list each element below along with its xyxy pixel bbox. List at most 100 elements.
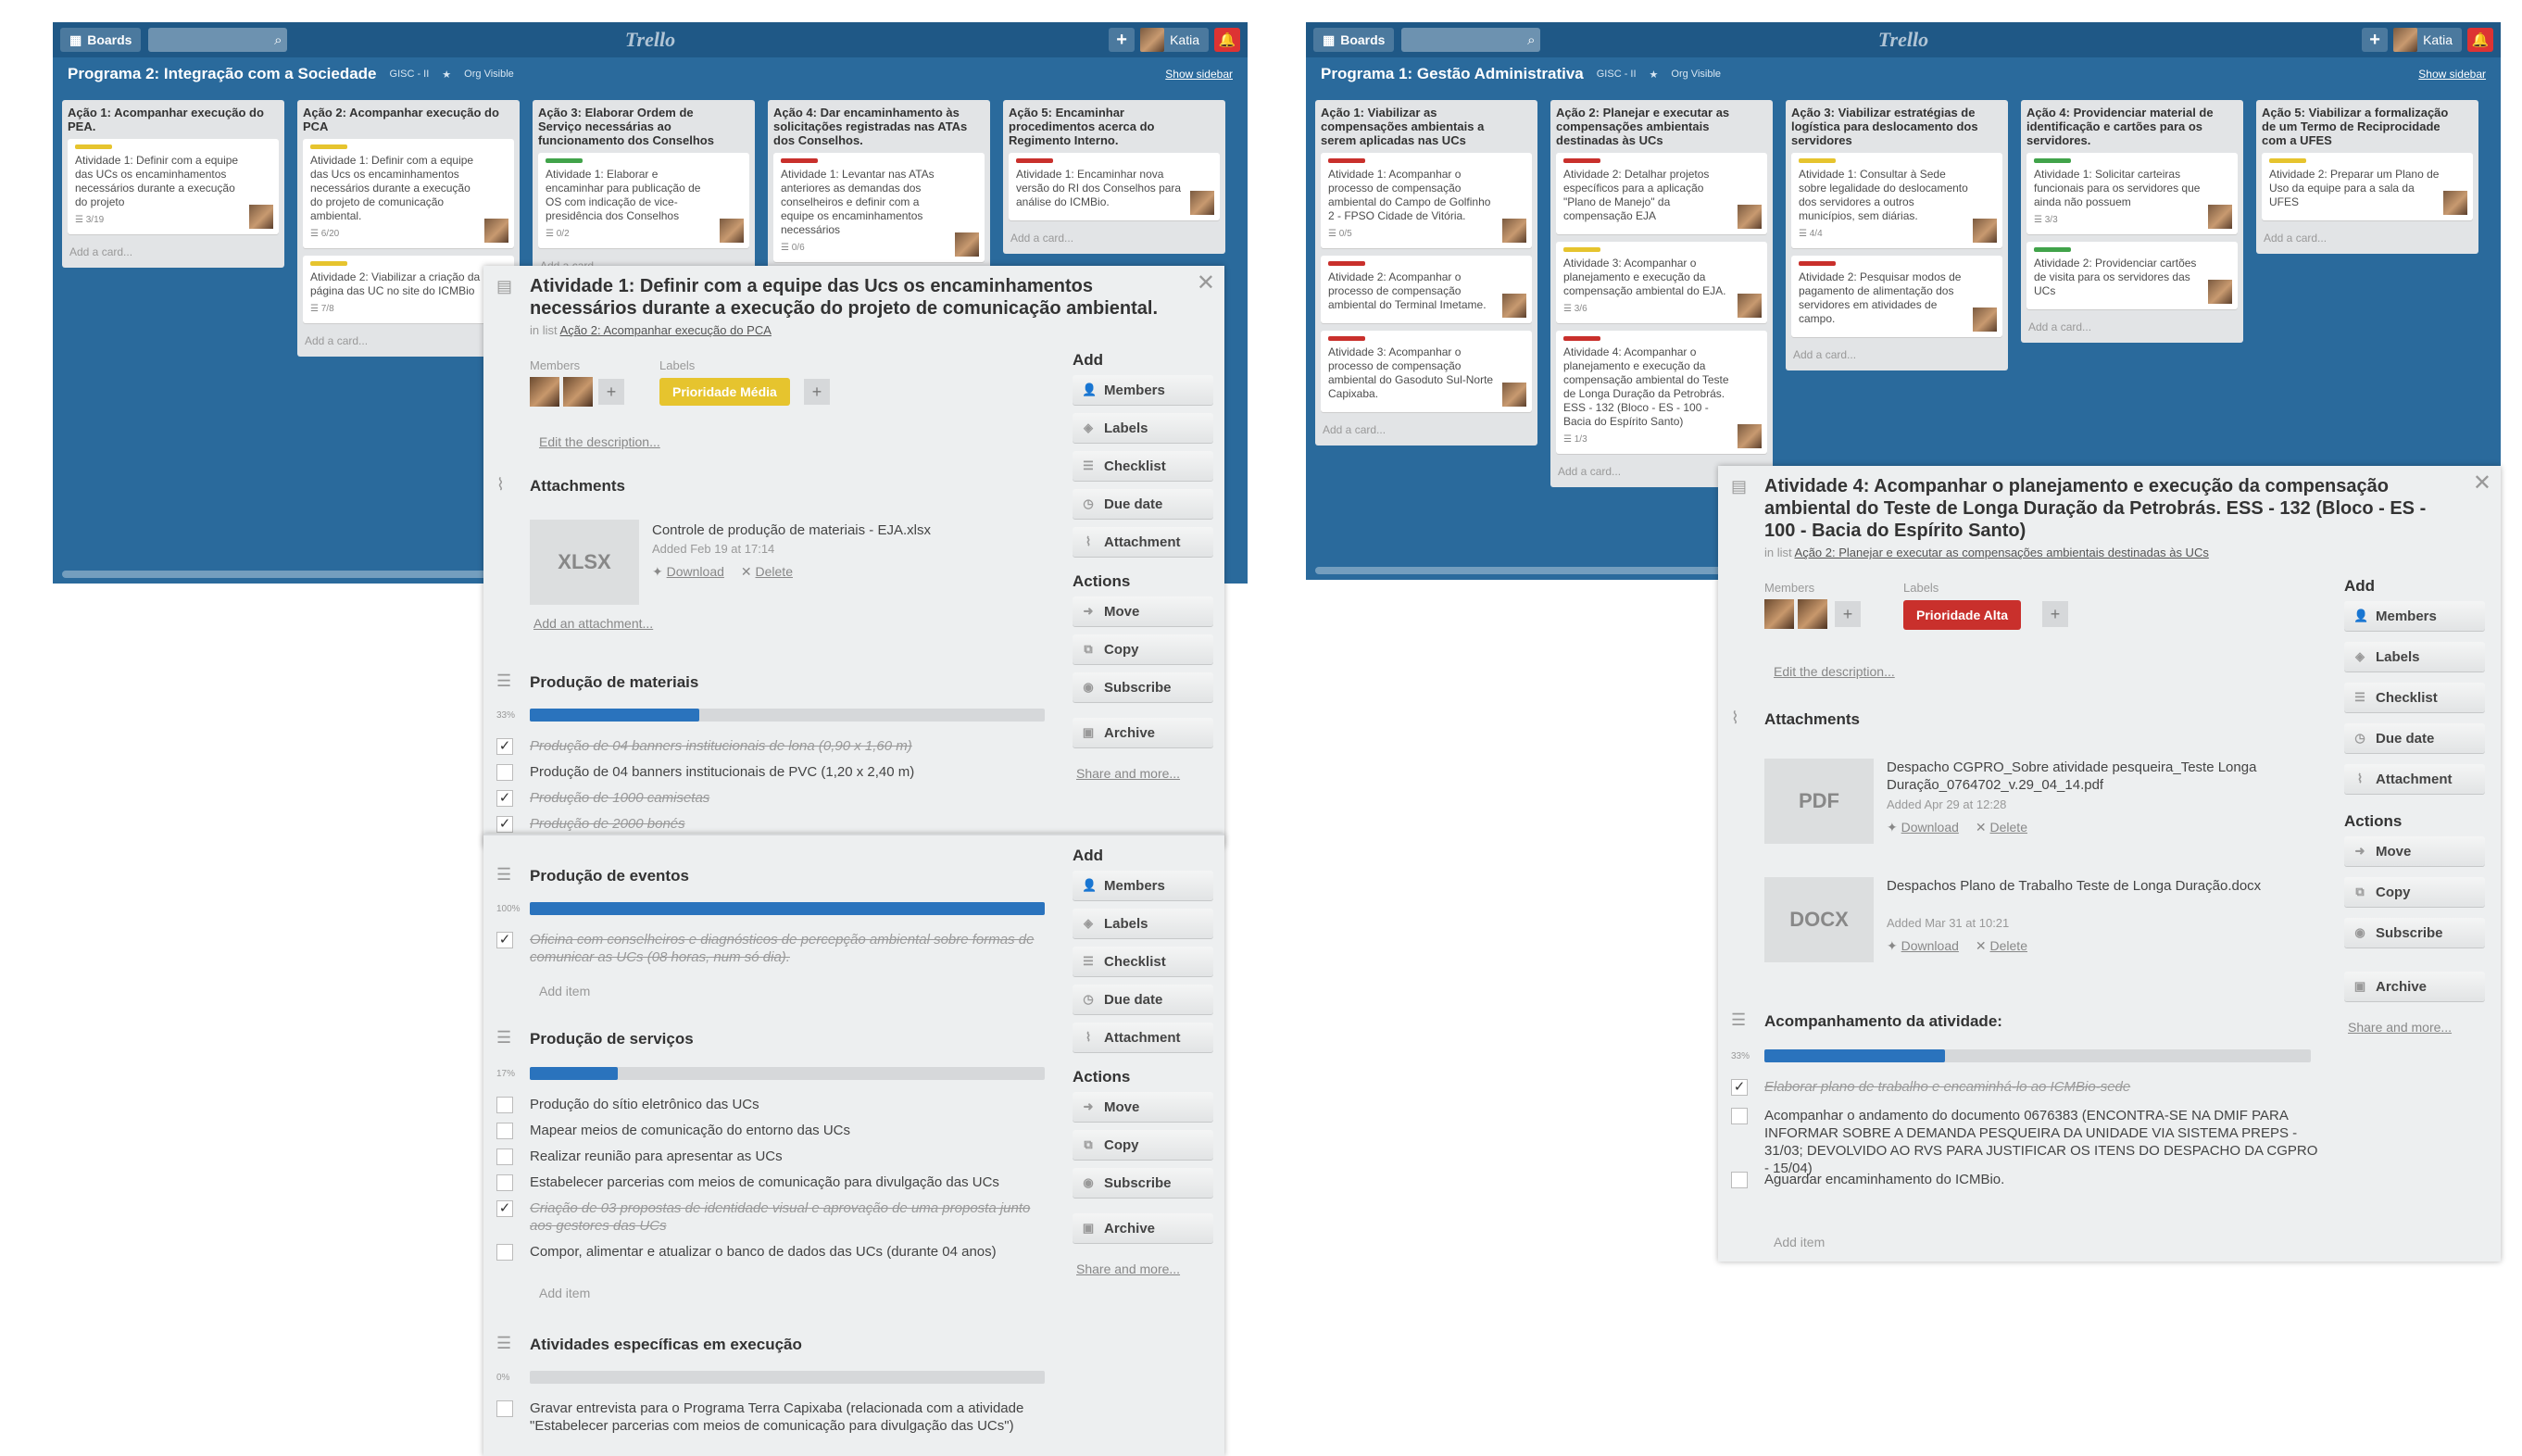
list-title[interactable]: Ação 3: Elaborar Ordem de Serviço necess… <box>538 106 749 147</box>
checklist-button[interactable]: ☰ Checklist <box>1073 451 1213 481</box>
checklist-checkbox[interactable] <box>496 1148 513 1165</box>
card[interactable]: Atividade 1: Encaminhar nova versão do R… <box>1009 153 1220 220</box>
share-and-more-link[interactable]: Share and more... <box>1076 1261 1180 1276</box>
horizontal-scrollbar[interactable] <box>62 571 488 578</box>
attachment-thumbnail[interactable]: PDF <box>1764 759 1874 844</box>
card-title[interactable]: Atividade 1: Definir com a equipe das Uc… <box>530 275 1160 320</box>
members-button[interactable]: 👤 Members <box>2344 601 2485 631</box>
copy-button[interactable]: ⧉ Copy <box>1073 634 1213 664</box>
edit-description-link[interactable]: Edit the description... <box>539 434 660 449</box>
search-input[interactable]: ⌕ <box>148 28 288 52</box>
checklist-title[interactable]: Produção de materiais <box>530 673 698 692</box>
add-label-button[interactable]: + <box>804 379 830 405</box>
list-title[interactable]: Ação 2: Planejar e executar as compensaç… <box>1556 106 1767 147</box>
checklist-checkbox[interactable] <box>496 1400 513 1417</box>
search-input[interactable]: ⌕ <box>1401 28 1541 52</box>
checklist-item[interactable]: Gravar entrevista para o Programa Terra … <box>530 1400 1048 1435</box>
add-card-link[interactable]: Add a card... <box>68 242 279 262</box>
checklist-item[interactable]: Criação de 03 propostas de identidade vi… <box>530 1199 1048 1235</box>
checklist-item[interactable]: Estabelecer parcerias com meios de comun… <box>530 1174 1048 1191</box>
delete-link[interactable]: Delete <box>756 564 793 579</box>
org-name[interactable]: GISC - II <box>390 69 430 80</box>
checklist-button[interactable]: ☰ Checklist <box>2344 683 2485 712</box>
boards-button[interactable]: ▦ Boards <box>60 28 142 52</box>
org-name[interactable]: GISC - II <box>1597 69 1637 80</box>
subscribe-button[interactable]: ◉ Subscribe <box>2344 918 2485 948</box>
due-date-button[interactable]: ◷ Due date <box>1073 489 1213 519</box>
checklist-item[interactable]: Elaborar plano de trabalho e encaminhá-l… <box>1764 1078 2320 1096</box>
member-avatar[interactable] <box>1764 599 1794 629</box>
add-item-link[interactable]: Add item <box>1774 1235 1825 1249</box>
star-icon[interactable]: ★ <box>1650 69 1659 81</box>
delete-link[interactable]: Delete <box>1990 820 2027 835</box>
checklist-item[interactable]: Aguardar encaminhamento do ICMBio. <box>1764 1171 2320 1188</box>
checklist-checkbox[interactable] <box>496 1244 513 1261</box>
checklist-title[interactable]: Produção de eventos <box>530 867 689 885</box>
subscribe-button[interactable]: ◉ Subscribe <box>1073 672 1213 702</box>
card[interactable]: Atividade 4: Acompanhar o planejamento e… <box>1556 331 1767 454</box>
checklist-checkbox[interactable]: ✓ <box>496 738 513 755</box>
checklist-title[interactable]: Atividades específicas em execução <box>530 1336 802 1354</box>
card[interactable]: Atividade 2: Viabilizar a criação da pág… <box>303 256 514 323</box>
add-item-link[interactable]: Add item <box>539 1286 590 1300</box>
close-icon[interactable]: ✕ <box>2473 470 2491 496</box>
boards-button[interactable]: ▦ Boards <box>1313 28 1395 52</box>
list-title[interactable]: Ação 5: Viabilizar a formalização de um … <box>2262 106 2473 147</box>
subscribe-button[interactable]: ◉ Subscribe <box>1073 1168 1213 1198</box>
add-item-link[interactable]: Add item <box>539 984 590 998</box>
card[interactable]: Atividade 1: Solicitar carteiras funcion… <box>2026 153 2238 234</box>
add-attachment-link[interactable]: Add an attachment... <box>533 616 653 631</box>
members-button[interactable]: 👤 Members <box>1073 871 1213 900</box>
checklist-checkbox[interactable] <box>496 764 513 781</box>
due-date-button[interactable]: ◷ Due date <box>1073 985 1213 1014</box>
checklist-checkbox[interactable]: ✓ <box>496 932 513 948</box>
labels-button[interactable]: ◈ Labels <box>1073 413 1213 443</box>
add-button[interactable]: + <box>1109 28 1136 52</box>
checklist-item[interactable]: Produção de 04 banners institucionais de… <box>530 763 1048 781</box>
archive-button[interactable]: ▣ Archive <box>2344 972 2485 1001</box>
list-title[interactable]: Ação 1: Acompanhar execução do PEA. <box>68 106 279 133</box>
add-card-link[interactable]: Add a card... <box>1791 345 2002 365</box>
visibility[interactable]: Org Visible <box>464 69 514 80</box>
attachment-thumbnail[interactable]: XLSX <box>530 520 639 605</box>
member-avatar[interactable] <box>530 377 559 407</box>
attachment-button[interactable]: ⌇ Attachment <box>2344 764 2485 794</box>
copy-button[interactable]: ⧉ Copy <box>2344 877 2485 907</box>
download-link[interactable]: Download <box>1901 820 1959 835</box>
board-title[interactable]: Programa 1: Gestão Administrativa <box>1321 65 1584 83</box>
members-button[interactable]: 👤 Members <box>1073 375 1213 405</box>
checklist-item[interactable]: Produção de 2000 bonés <box>530 815 1048 833</box>
add-card-link[interactable]: Add a card... <box>303 331 514 351</box>
list-title[interactable]: Ação 2: Acompanhar execução do PCA <box>303 106 514 133</box>
add-button[interactable]: + <box>2362 28 2389 52</box>
share-and-more-link[interactable]: Share and more... <box>1076 766 1180 781</box>
notification-bell-icon[interactable]: 🔔 <box>1214 28 1240 52</box>
close-icon[interactable]: ✕ <box>1197 270 1215 296</box>
card[interactable]: Atividade 1: Elaborar e encaminhar para … <box>538 153 749 248</box>
checklist-checkbox[interactable]: ✓ <box>496 816 513 833</box>
user-menu[interactable]: Katia <box>2393 28 2462 52</box>
add-card-link[interactable]: Add a card... <box>2026 317 2238 337</box>
download-link[interactable]: Download <box>667 564 724 579</box>
attachment-thumbnail[interactable]: DOCX <box>1764 877 1874 962</box>
card[interactable]: Atividade 3: Acompanhar o processo de co… <box>1321 331 1532 412</box>
horizontal-scrollbar[interactable] <box>1315 567 1741 574</box>
list-link[interactable]: Ação 2: Planejar e executar as compensaç… <box>1795 546 2209 559</box>
list-title[interactable]: Ação 4: Dar encaminhamento às solicitaçõ… <box>773 106 985 147</box>
checklist-title[interactable]: Acompanhamento da atividade: <box>1764 1012 2002 1031</box>
checklist-item[interactable]: Acompanhar o andamento do documento 0676… <box>1764 1107 2320 1177</box>
checklist-item[interactable]: Compor, alimentar e atualizar o banco de… <box>530 1243 1048 1261</box>
download-link[interactable]: Download <box>1901 938 1959 953</box>
add-card-link[interactable]: Add a card... <box>2262 228 2473 248</box>
card[interactable]: Atividade 1: Acompanhar o processo de co… <box>1321 153 1532 248</box>
checklist-item[interactable]: Oficina com conselheiros e diagnósticos … <box>530 931 1048 966</box>
star-icon[interactable]: ★ <box>442 69 451 81</box>
card[interactable]: Atividade 2: Acompanhar o processo de co… <box>1321 256 1532 323</box>
labels-button[interactable]: ◈ Labels <box>2344 642 2485 672</box>
card[interactable]: Atividade 2: Preparar um Plano de Uso da… <box>2262 153 2473 220</box>
checklist-checkbox[interactable] <box>1731 1172 1748 1188</box>
card[interactable]: Atividade 2: Pesquisar modos de pagament… <box>1791 256 2002 337</box>
checklist-item[interactable]: Mapear meios de comunicação do entorno d… <box>530 1122 1048 1139</box>
checklist-checkbox[interactable] <box>1731 1108 1748 1124</box>
edit-description-link[interactable]: Edit the description... <box>1774 664 1895 679</box>
